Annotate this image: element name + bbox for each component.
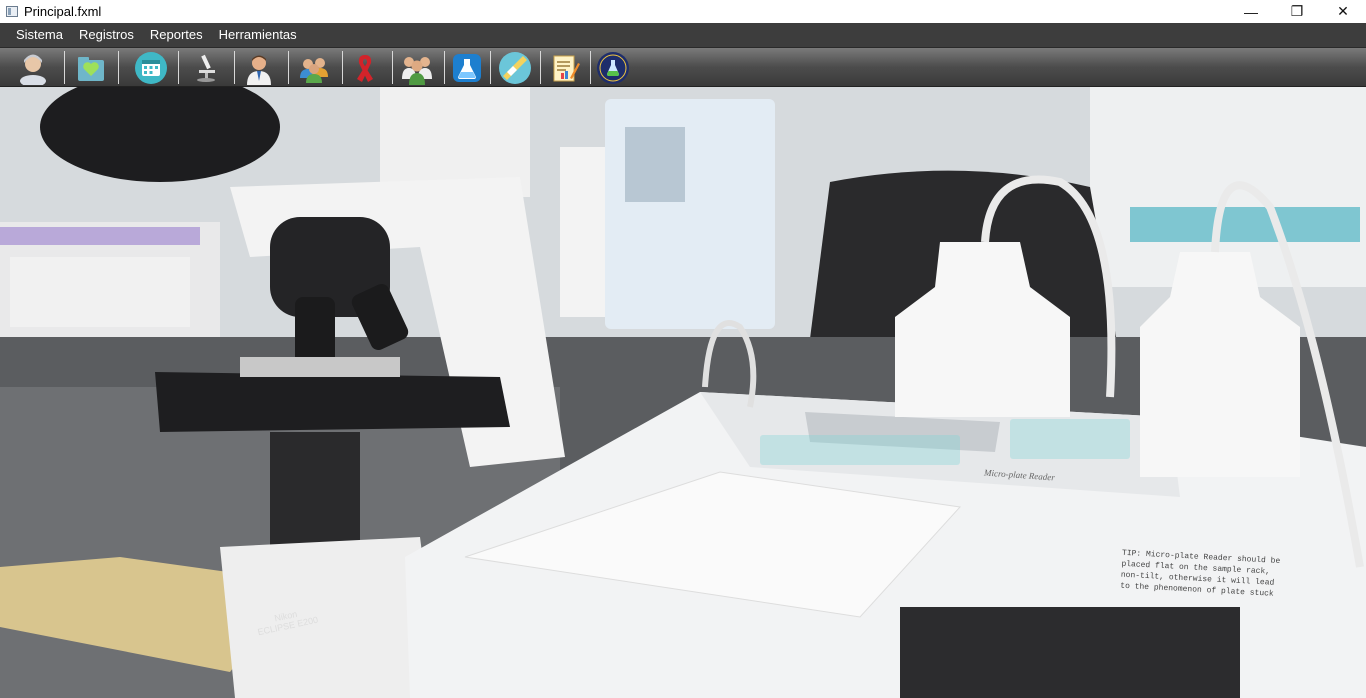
ribbon-icon <box>357 54 373 82</box>
toolbar-lab-logo-button[interactable] <box>588 50 638 85</box>
toolbar-reports-button[interactable] <box>540 50 590 85</box>
toolbar-patient-button[interactable] <box>8 50 58 85</box>
device-tip-text: TIP: Micro-plate Reader should be placed… <box>1120 548 1281 599</box>
report-notes-icon <box>553 55 580 81</box>
toolbar <box>0 47 1366 87</box>
lab-background-image: Micro-plate Reader TIP: Micro-plate Read… <box>0 87 1366 698</box>
lab-photo <box>0 87 1366 698</box>
close-button[interactable]: ✕ <box>1320 0 1366 23</box>
toolbar-strip-button[interactable] <box>490 50 540 85</box>
toolbar-doctor-button[interactable] <box>234 50 284 85</box>
toolbar-lab-button[interactable] <box>181 50 231 85</box>
menu-registros[interactable]: Registros <box>71 23 142 47</box>
microscope-icon <box>197 54 215 82</box>
staff-icon <box>402 56 432 85</box>
toolbar-records-button[interactable] <box>66 50 116 85</box>
group-icon <box>300 57 328 83</box>
calendar-icon <box>135 51 167 84</box>
minimize-button[interactable]: — <box>1228 0 1274 23</box>
toolbar-ribbon-button[interactable] <box>340 50 390 85</box>
lab-logo-icon <box>597 51 629 84</box>
toolbar-tests-button[interactable] <box>442 50 492 85</box>
app-window-icon <box>6 6 18 17</box>
toolbar-calendar-button[interactable] <box>126 50 176 85</box>
window-title: Principal.fxml <box>24 4 102 19</box>
menu-reportes[interactable]: Reportes <box>142 23 211 47</box>
health-folder-icon <box>78 56 104 81</box>
title-bar: Principal.fxml — ❐ ✕ <box>0 0 1366 23</box>
toolbar-staff-button[interactable] <box>392 50 442 85</box>
test-strip-icon <box>499 51 531 84</box>
window-controls: — ❐ ✕ <box>1228 0 1366 23</box>
flask-icon <box>453 53 481 82</box>
toolbar-users-button[interactable] <box>289 50 339 85</box>
menu-bar: Sistema Registros Reportes Herramientas <box>0 23 1366 47</box>
doctor-icon <box>247 55 271 85</box>
menu-herramientas[interactable]: Herramientas <box>211 23 305 47</box>
patient-icon <box>20 54 46 85</box>
menu-sistema[interactable]: Sistema <box>8 23 71 47</box>
restore-button[interactable]: ❐ <box>1274 0 1320 23</box>
